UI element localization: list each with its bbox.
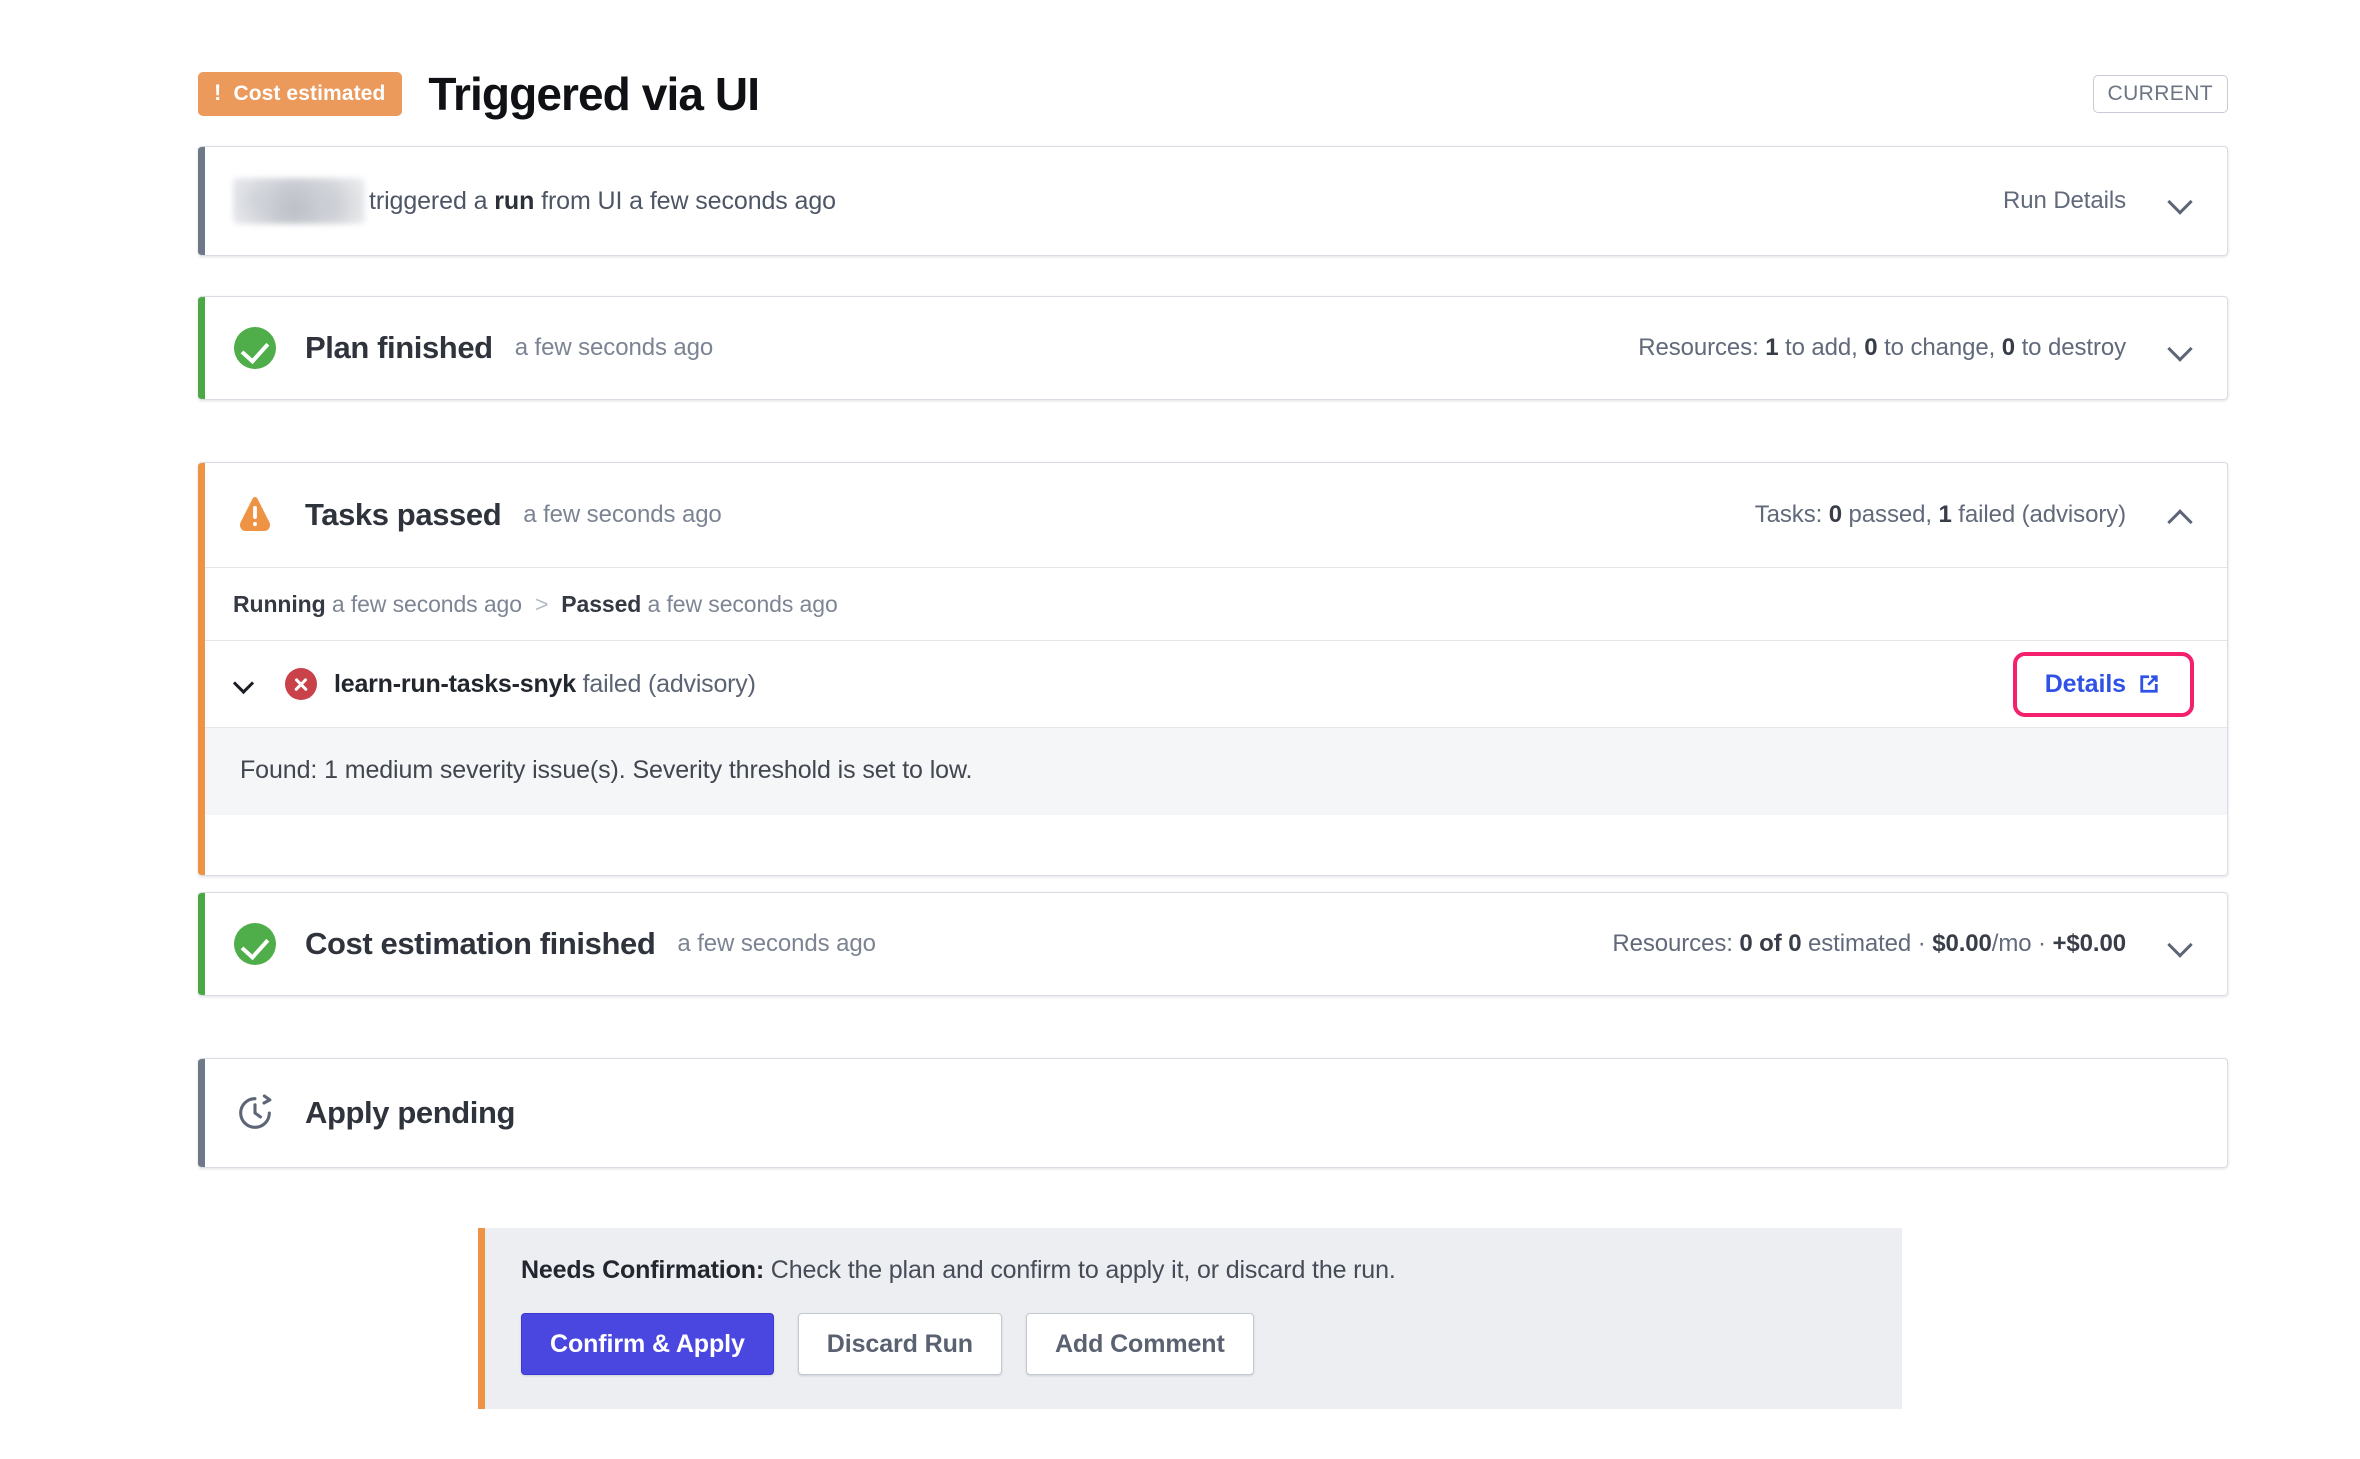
warning-triangle-icon [233,493,277,537]
chevron-down-icon[interactable] [2168,335,2194,361]
tasks-card: Tasks passed a few seconds ago Tasks: 0 … [198,462,2228,876]
status-badge: ! Cost estimated [198,72,403,116]
plan-destroy-count: 0 [2001,334,2016,361]
plan-actions: Resources: 1 to add, 0 to change, 0 to d… [1638,334,2194,362]
plan-summary-prefix: Resources: [1638,334,1766,361]
cost-resources-summary: Resources: 0 of 0 estimated · $0.00/mo ·… [1612,930,2126,958]
tasks-row: Tasks passed a few seconds ago Tasks: 0 … [198,463,2227,567]
trigger-summary: triggered a run from UI a few seconds ag… [233,178,836,224]
external-link-icon[interactable] [2136,671,2162,697]
trigger-text-before: triggered a [369,186,495,215]
plan-resources-summary: Resources: 1 to add, 0 to change, 0 to d… [1638,334,2126,362]
avatar [233,178,365,224]
tasks-summary-prefix: Tasks: [1754,501,1829,528]
cost-actions: Resources: 0 of 0 estimated · $0.00/mo ·… [1612,930,2194,958]
add-comment-button[interactable]: Add Comment [1025,1313,1254,1375]
apply-title: Apply pending [305,1095,516,1130]
plan-summary-mid2: to change, [1877,334,2002,361]
status-badge-label: Cost estimated [233,82,386,105]
trigger-row: triggered a run from UI a few seconds ag… [198,147,2227,255]
task-name: learn-run-tasks-snyk [334,669,576,698]
cost-estimation-card: Cost estimation finished a few seconds a… [198,892,2228,996]
discard-run-button[interactable]: Discard Run [797,1313,1002,1375]
tasks-summary-suffix: failed (advisory) [1951,501,2126,528]
confirm-and-apply-button[interactable]: Confirm & Apply [521,1313,774,1375]
tasks-summary: Tasks passed a few seconds ago [233,493,722,537]
error-circle-icon [285,668,317,700]
plan-summary: Plan finished a few seconds ago [233,326,713,370]
check-circle-icon [233,326,277,370]
tasks-actions: Tasks: 0 passed, 1 failed (advisory) [1755,501,2194,529]
needs-confirmation-label: Needs Confirmation: [521,1256,764,1284]
cost-title: Cost estimation finished [305,926,656,961]
cost-summary-mid: estimated · [1801,930,1933,957]
tasks-timestamp: a few seconds ago [523,501,722,528]
chevron-down-icon[interactable] [233,671,259,697]
task-output-message: Found: 1 medium severity issue(s). Sever… [198,727,2227,815]
tasks-failed-count: 1 [1938,501,1952,528]
breadcrumb-step-running-time: a few seconds ago [325,591,522,617]
cost-monthly-amount: $0.00 [1932,930,1992,957]
trigger-actions: Run Details [2003,187,2194,215]
trigger-text-after: from UI a few seconds ago [534,186,836,215]
page-title: Triggered via UI [428,68,760,120]
details-link[interactable]: Details [2045,670,2126,699]
needs-confirmation-message: Check the plan and confirm to apply it, … [764,1256,1396,1284]
plan-row: Plan finished a few seconds ago Resource… [198,297,2227,399]
plan-add-count: 1 [1765,334,1779,361]
apply-pending-card: Apply pending [198,1058,2228,1168]
plan-card: Plan finished a few seconds ago Resource… [198,296,2228,400]
cost-summary: Cost estimation finished a few seconds a… [233,922,876,966]
tasks-title: Tasks passed [305,497,502,532]
check-circle-icon [233,922,277,966]
run-detail-page: ! Cost estimated Triggered via UI CURREN… [0,0,2360,1459]
plan-title: Plan finished [305,330,493,365]
tasks-summary-mid: passed, [1841,501,1939,528]
breadcrumb: Running a few seconds ago > Passed a few s… [198,568,2227,640]
apply-row: Apply pending [198,1059,2227,1167]
plan-change-count: 0 [1864,334,1878,361]
plan-summary-suffix: to destroy [2015,334,2127,361]
confirm-button-row: Confirm & Apply Discard Run Add Comment [521,1313,1864,1375]
details-highlight-box: Details [2012,651,2194,717]
plan-timestamp: a few seconds ago [514,334,714,361]
breadcrumb-separator: > [534,591,549,617]
breadcrumb-step-running: Running [233,591,326,617]
chevron-up-icon[interactable] [2168,502,2194,528]
apply-summary: Apply pending [233,1091,537,1135]
task-status-text: failed (advisory) [575,669,756,698]
page-header: ! Cost estimated Triggered via UI CURREN… [198,66,2228,122]
cost-summary-unit: /mo · [1991,930,2053,957]
breadcrumb-step-passed: Passed [561,591,642,617]
exclamation-icon: ! [214,79,222,105]
tasks-counts-summary: Tasks: 0 passed, 1 failed (advisory) [1755,501,2126,529]
needs-confirmation-text: Needs Confirmation: Check the plan and c… [521,1256,1864,1285]
current-badge: CURRENT [2092,75,2228,113]
trigger-text-bold: run [494,186,535,215]
run-details-label[interactable]: Run Details [2003,187,2126,215]
cost-delta-amount: +$0.00 [2052,930,2127,957]
cost-row: Cost estimation finished a few seconds a… [198,893,2227,995]
tasks-passed-count: 0 [1828,501,1842,528]
trigger-text: triggered a run from UI a few seconds ag… [369,187,836,216]
chevron-down-icon[interactable] [2168,931,2194,957]
chevron-down-icon[interactable] [2168,188,2194,214]
cost-timestamp: a few seconds ago [677,930,876,957]
task-label: learn-run-tasks-snyk failed (advisory) [334,670,756,699]
plan-summary-mid1: to add, [1778,334,1865,361]
breadcrumb-step-passed-time: a few seconds ago [641,591,838,617]
trigger-card: triggered a run from UI a few seconds ag… [198,146,2228,256]
cost-estimated-count: 0 of 0 [1739,930,1802,957]
task-row: learn-run-tasks-snyk failed (advisory) D… [198,641,2227,727]
cost-summary-prefix: Resources: [1612,930,1740,957]
needs-confirmation-panel: Needs Confirmation: Check the plan and c… [478,1228,1902,1409]
pending-clock-icon [233,1091,277,1135]
